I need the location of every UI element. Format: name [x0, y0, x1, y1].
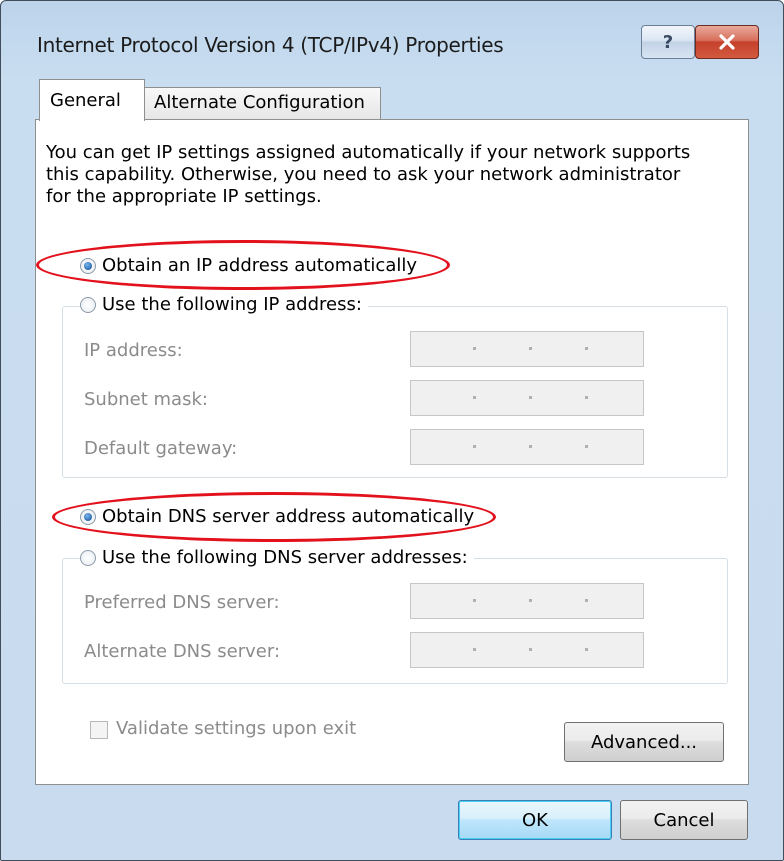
alternate-dns-field[interactable] [410, 632, 644, 668]
octet-separator [585, 396, 588, 399]
octet-separator [473, 648, 476, 651]
use-following-dns-label: Use the following DNS server addresses: [102, 547, 468, 568]
obtain-dns-auto-radio[interactable]: Obtain DNS server address automatically [80, 506, 474, 527]
radio-selected-icon [80, 508, 96, 525]
close-icon [719, 34, 735, 50]
cancel-button[interactable]: Cancel [620, 800, 748, 840]
octet-separator [529, 599, 532, 602]
octet-separator [473, 445, 476, 448]
alternate-dns-label: Alternate DNS server: [84, 641, 281, 662]
ip-address-label: IP address: [84, 340, 183, 361]
ip-address-field[interactable] [410, 331, 644, 367]
ok-button[interactable]: OK [458, 800, 612, 840]
tab-alternate-configuration[interactable]: Alternate Configuration [143, 87, 381, 120]
octet-separator [473, 599, 476, 602]
tab-general[interactable]: General [39, 79, 145, 121]
close-button[interactable] [695, 25, 759, 59]
tab-alternate-configuration-label: Alternate Configuration [154, 92, 365, 113]
subnet-mask-field[interactable] [410, 380, 644, 416]
help-button[interactable]: ? [641, 25, 695, 59]
default-gateway-field[interactable] [410, 429, 644, 465]
octet-separator [529, 347, 532, 350]
validate-settings-checkbox[interactable] [90, 721, 108, 739]
octet-separator [473, 396, 476, 399]
octet-separator [585, 599, 588, 602]
window-title: Internet Protocol Version 4 (TCP/IPv4) P… [37, 33, 504, 57]
description-text: You can get IP settings assigned automat… [46, 142, 691, 207]
octet-separator [529, 396, 532, 399]
preferred-dns-label: Preferred DNS server: [84, 592, 280, 613]
obtain-ip-auto-radio[interactable]: Obtain an IP address automatically [80, 255, 417, 276]
subnet-mask-label: Subnet mask: [84, 389, 208, 410]
radio-unselected-icon [80, 549, 96, 566]
octet-separator [473, 347, 476, 350]
advanced-button[interactable]: Advanced... [564, 722, 724, 762]
default-gateway-label: Default gateway: [84, 438, 238, 459]
preferred-dns-field[interactable] [410, 583, 644, 619]
validate-settings-label: Validate settings upon exit [116, 718, 357, 739]
octet-separator [585, 445, 588, 448]
radio-unselected-icon [80, 296, 96, 313]
octet-separator [529, 648, 532, 651]
use-following-dns-radio[interactable]: Use the following DNS server addresses: [80, 547, 474, 568]
octet-separator [529, 445, 532, 448]
octet-separator [585, 648, 588, 651]
title-bar[interactable]: Internet Protocol Version 4 (TCP/IPv4) P… [1, 1, 783, 77]
octet-separator [585, 347, 588, 350]
tab-general-label: General [50, 90, 121, 111]
obtain-dns-auto-label: Obtain DNS server address automatically [102, 506, 475, 527]
use-following-ip-label: Use the following IP address: [102, 294, 362, 315]
obtain-ip-auto-label: Obtain an IP address automatically [102, 255, 418, 276]
radio-selected-icon [80, 257, 96, 274]
help-icon: ? [662, 31, 674, 53]
use-following-ip-radio[interactable]: Use the following IP address: [80, 294, 368, 315]
